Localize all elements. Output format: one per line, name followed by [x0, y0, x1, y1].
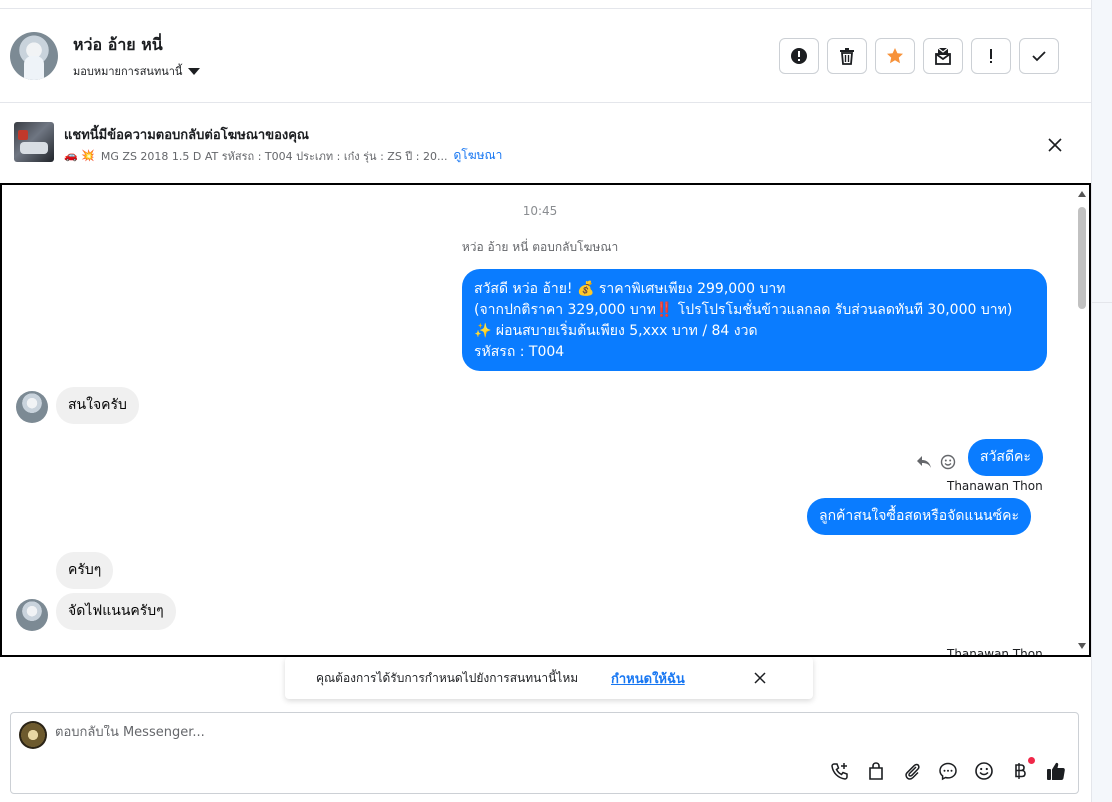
right-panel-divider [1091, 302, 1112, 303]
trash-icon [840, 48, 854, 65]
assign-prompt-text: คุณต้องการได้รับการกำหนดไปยังการสนทนานี้… [316, 671, 579, 685]
assign-prompt-toast: คุณต้องการได้รับการกำหนดไปยังการสนทนานี้… [285, 657, 813, 699]
emoji-icon [940, 454, 956, 470]
incoming-message[interactable]: สนใจครับ [56, 387, 139, 424]
ad-reply-banner: แชทนี้มีข้อความตอบกลับต่อโฆษณาของคุณ 🚗 💥… [0, 103, 1091, 183]
messenger-inbox-conversation: หว่อ อ้าย หนี่ มอบหมายการสนทนานี้ แชทนี้… [0, 0, 1112, 802]
important-button[interactable] [971, 38, 1011, 74]
check-icon [1032, 51, 1046, 62]
close-toast-button[interactable] [751, 669, 769, 687]
message-thread[interactable]: 10:45 หว่อ อ้าย หนี่ ตอบกลับโฆษณา สวัสดี… [0, 183, 1091, 657]
scroll-down-arrow-icon[interactable] [1078, 643, 1086, 649]
outgoing-message[interactable]: สวัสดีคะ [968, 439, 1043, 476]
close-icon [1048, 138, 1062, 152]
message-composer [10, 712, 1079, 794]
ad-message-line: สวัสดี หว่อ อ้าย! 💰 ราคาพิเศษเพียง 299,0… [474, 281, 786, 297]
view-ad-link[interactable]: ดูโฆษณา [453, 146, 502, 165]
incoming-message[interactable]: ครับๆ [56, 552, 114, 589]
caret-down-icon [188, 67, 201, 75]
notification-dot [1028, 757, 1035, 764]
star-button[interactable] [875, 38, 915, 74]
right-panel-edge [1091, 0, 1112, 802]
conversation-header: หว่อ อ้าย หนี่ มอบหมายการสนทนานี้ [0, 9, 1091, 103]
contact-avatar[interactable] [10, 32, 58, 80]
ad-message-bubble[interactable]: สวัสดี หว่อ อ้าย! 💰 ราคาพิเศษเพียง 299,0… [462, 269, 1047, 371]
assign-conversation-dropdown[interactable]: มอบหมายการสนทนานี้ [73, 62, 201, 80]
close-icon [754, 672, 766, 684]
page-avatar [19, 721, 47, 749]
assign-conversation-label: มอบหมายการสนทนานี้ [73, 65, 183, 78]
contact-name[interactable]: หว่อ อ้าย หนี่ [73, 33, 163, 58]
composer-toolbar [829, 757, 1067, 782]
mark-done-button[interactable] [1019, 38, 1059, 74]
ad-message-line: ✨ ผ่อนสบายเริ่มต้นเพียง 5,xxx บาท / 84 ง… [474, 323, 758, 339]
paperclip-icon[interactable] [901, 760, 923, 782]
delete-button[interactable] [827, 38, 867, 74]
mark-as-spam-button[interactable] [779, 38, 819, 74]
baht-icon[interactable] [1009, 757, 1035, 782]
ad-message-line: (จากปกติราคา 329,000 บาท‼️ โปรโปรโมชั่นข… [474, 302, 1013, 318]
ad-emojis: 🚗 💥 [64, 149, 95, 162]
contact-message-avatar[interactable] [16, 391, 48, 423]
alert-circle-icon [791, 48, 807, 64]
star-icon [887, 48, 903, 64]
scroll-up-arrow-icon[interactable] [1078, 191, 1086, 197]
thumbs-up-icon[interactable] [1045, 760, 1067, 782]
scrollbar-thumb[interactable] [1078, 207, 1086, 309]
conversation-toolbar [779, 38, 1059, 74]
chat-bubble-icon[interactable] [937, 760, 959, 782]
mark-unread-icon [935, 47, 951, 65]
call-add-icon[interactable] [829, 760, 851, 782]
message-input[interactable] [55, 725, 955, 740]
ad-reply-note: หว่อ อ้าย หนี่ ตอบกลับโฆษณา [461, 240, 619, 254]
mark-unread-button[interactable] [923, 38, 963, 74]
message-timestamp: 10:45 [522, 204, 558, 218]
incoming-message[interactable]: จัดไฟแนนครับๆ [56, 593, 176, 630]
reply-button[interactable] [916, 455, 932, 469]
ad-summary-text: MG ZS 2018 1.5 D AT รหัสรถ : T004 ประเภท… [100, 149, 448, 163]
sender-name: Thanawan Thon [947, 647, 1043, 657]
emoji-icon[interactable] [973, 760, 995, 782]
contact-message-avatar[interactable] [16, 599, 48, 631]
close-ad-banner-button[interactable] [1044, 134, 1066, 156]
reply-icon [917, 456, 931, 468]
chat-scrollbar[interactable] [1075, 185, 1089, 655]
ad-banner-title: แชทนี้มีข้อความตอบกลับต่อโฆษณาของคุณ [64, 128, 309, 143]
outgoing-message[interactable]: ลูกค้าสนใจซื้อสดหรือจัดแนนซ์คะ [807, 498, 1031, 535]
assign-to-me-link[interactable]: กำหนดให้ฉัน [611, 668, 685, 689]
exclamation-icon [990, 49, 992, 63]
ad-thumbnail[interactable] [14, 122, 54, 162]
shopping-bag-icon[interactable] [865, 760, 887, 782]
react-button[interactable] [940, 454, 956, 470]
message-actions [916, 454, 956, 470]
ad-message-line: รหัสรถ : T004 [474, 344, 565, 360]
ad-summary-row: 🚗 💥 MG ZS 2018 1.5 D AT รหัสรถ : T004 ปร… [64, 146, 502, 165]
sender-name: Thanawan Thon [947, 479, 1043, 493]
